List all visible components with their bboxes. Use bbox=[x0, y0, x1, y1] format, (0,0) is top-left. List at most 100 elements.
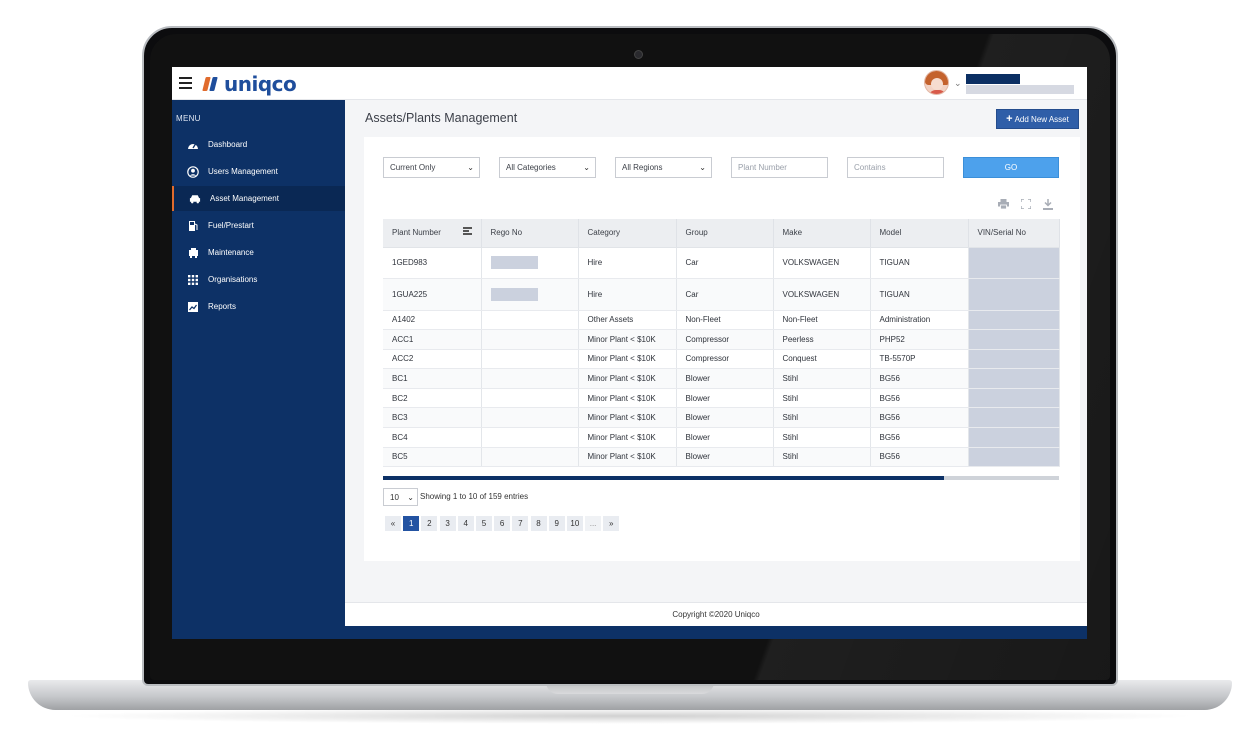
column-header-category[interactable]: Category bbox=[578, 219, 677, 248]
cell-vin-serial-redacted bbox=[968, 278, 1060, 311]
column-header-rego-no[interactable]: Rego No bbox=[481, 219, 579, 248]
page-next-button[interactable]: » bbox=[603, 516, 620, 531]
sidebar-item-asset-management[interactable]: Asset Management bbox=[172, 186, 345, 211]
cell-plant-number: ACC2 bbox=[383, 349, 482, 370]
table-row[interactable]: ACC1 Minor Plant < $10K Compressor Peerl… bbox=[383, 329, 1060, 350]
table-row[interactable]: 1GUA225 Hire Car VOLKSWAGEN TIGUAN bbox=[383, 278, 1060, 311]
horizontal-scrollbar[interactable] bbox=[383, 476, 1059, 480]
cell-group: Blower bbox=[676, 447, 774, 468]
cell-make: Non-Fleet bbox=[773, 310, 871, 331]
cell-vin-serial-redacted bbox=[968, 368, 1060, 389]
report-chart-icon bbox=[187, 301, 199, 313]
column-header-plant-number[interactable]: Plant Number bbox=[383, 219, 482, 248]
cell-rego-no bbox=[481, 388, 579, 409]
page-button-4[interactable]: 4 bbox=[457, 516, 474, 531]
sidebar-item-users-management[interactable]: Users Management bbox=[172, 159, 345, 184]
cell-category: Minor Plant < $10K bbox=[578, 349, 677, 370]
cell-rego-no bbox=[481, 427, 579, 448]
table-row[interactable]: ACC2 Minor Plant < $10K Compressor Conqu… bbox=[383, 349, 1060, 370]
column-header-group[interactable]: Group bbox=[676, 219, 774, 248]
redacted-block bbox=[490, 256, 538, 270]
table-row[interactable]: BC1 Minor Plant < $10K Blower Stihl BG56 bbox=[383, 368, 1060, 389]
plant-number-input[interactable]: Plant Number bbox=[731, 157, 828, 178]
cell-vin-serial-redacted bbox=[968, 310, 1060, 331]
cell-category: Hire bbox=[578, 278, 677, 311]
cell-group: Car bbox=[676, 247, 774, 279]
table-row[interactable]: BC4 Minor Plant < $10K Blower Stihl BG56 bbox=[383, 427, 1060, 448]
logo-text: uniqco bbox=[224, 72, 297, 96]
table-row[interactable]: A1402 Other Assets Non-Fleet Non-Fleet A… bbox=[383, 310, 1060, 331]
status-filter-select[interactable]: Current Only ⌄ bbox=[383, 157, 480, 178]
cell-category: Other Assets bbox=[578, 310, 677, 331]
cell-model: BG56 bbox=[870, 407, 969, 429]
sidebar-item-label: Asset Management bbox=[210, 194, 279, 203]
sort-icon[interactable] bbox=[462, 227, 472, 235]
fullscreen-icon[interactable] bbox=[1020, 198, 1032, 212]
cell-rego-no bbox=[481, 310, 579, 331]
region-filter-select[interactable]: All Regions ⌄ bbox=[615, 157, 712, 178]
sidebar-item-label: Fuel/Prestart bbox=[208, 221, 254, 230]
cell-model: BG56 bbox=[870, 447, 969, 468]
car-icon bbox=[189, 193, 201, 205]
top-bar: uniqco ⌄ bbox=[172, 67, 1087, 100]
sidebar-item-dashboard[interactable]: Dashboard bbox=[172, 132, 345, 157]
user-avatar[interactable] bbox=[924, 70, 949, 95]
category-filter-select[interactable]: All Categories ⌄ bbox=[499, 157, 596, 178]
cell-category: Minor Plant < $10K bbox=[578, 329, 677, 350]
scrollbar-thumb[interactable] bbox=[383, 476, 945, 480]
hamburger-menu-icon[interactable] bbox=[179, 77, 192, 89]
cell-rego-no bbox=[481, 368, 579, 389]
user-name-redacted[interactable] bbox=[966, 74, 1020, 84]
cell-model: BG56 bbox=[870, 388, 969, 409]
cell-make: Peerless bbox=[773, 329, 871, 350]
page-length-select[interactable]: 10 ⌄ bbox=[383, 488, 418, 506]
table-row[interactable]: BC2 Minor Plant < $10K Blower Stihl BG56 bbox=[383, 388, 1060, 409]
copyright-text: Copyright ©2020 Uniqco bbox=[672, 610, 760, 619]
table-row[interactable]: BC5 Minor Plant < $10K Blower Stihl BG56 bbox=[383, 447, 1060, 468]
sidebar-item-reports[interactable]: Reports bbox=[172, 294, 345, 319]
column-header-model[interactable]: Model bbox=[870, 219, 969, 248]
add-new-asset-button[interactable]: + Add New Asset bbox=[996, 109, 1079, 129]
cell-rego-no bbox=[481, 278, 579, 311]
fuel-pump-icon bbox=[187, 220, 199, 232]
chevron-down-icon[interactable]: ⌄ bbox=[954, 78, 962, 89]
main-content: Assets/Plants Management + Add New Asset … bbox=[345, 100, 1087, 639]
print-icon[interactable] bbox=[998, 199, 1009, 212]
table-row[interactable]: 1GED983 Hire Car VOLKSWAGEN TIGUAN bbox=[383, 247, 1060, 279]
page-button-9[interactable]: 9 bbox=[548, 516, 565, 531]
page-button-8[interactable]: 8 bbox=[530, 516, 547, 531]
contains-input[interactable]: Contains bbox=[847, 157, 944, 178]
cell-model: BG56 bbox=[870, 427, 969, 448]
page-button-6[interactable]: 6 bbox=[494, 516, 511, 531]
page-button-5[interactable]: 5 bbox=[475, 516, 492, 531]
page-button-1[interactable]: 1 bbox=[403, 516, 420, 531]
table-header-row: Plant Number Rego No Category Group Make… bbox=[383, 219, 1060, 248]
page-button-3[interactable]: 3 bbox=[439, 516, 456, 531]
cell-plant-number: BC5 bbox=[383, 447, 482, 468]
page-length-value: 10 bbox=[390, 492, 399, 502]
cell-group: Blower bbox=[676, 427, 774, 448]
page-ellipsis: ... bbox=[585, 516, 602, 531]
page-button-7[interactable]: 7 bbox=[512, 516, 529, 531]
sidebar-item-maintenance[interactable]: Maintenance bbox=[172, 240, 345, 265]
column-header-make[interactable]: Make bbox=[773, 219, 871, 248]
plant-number-placeholder: Plant Number bbox=[738, 163, 787, 172]
sidebar-item-organisations[interactable]: Organisations bbox=[172, 267, 345, 292]
sidebar-item-fuel-prestart[interactable]: Fuel/Prestart bbox=[172, 213, 345, 238]
cell-make: Stihl bbox=[773, 407, 871, 429]
table-row[interactable]: BC3 Minor Plant < $10K Blower Stihl BG56 bbox=[383, 407, 1060, 429]
cell-rego-no bbox=[481, 349, 579, 370]
chevron-down-icon: ⌄ bbox=[699, 163, 706, 172]
column-header-vin-serial[interactable]: VIN/Serial No bbox=[968, 219, 1060, 248]
cell-vin-serial-redacted bbox=[968, 447, 1060, 468]
page-prev-button[interactable]: « bbox=[385, 516, 401, 531]
uniqco-logo[interactable]: uniqco bbox=[202, 72, 297, 96]
cell-vin-serial-redacted bbox=[968, 329, 1060, 350]
page-button-10[interactable]: 10 bbox=[566, 516, 583, 531]
go-button[interactable]: GO bbox=[963, 157, 1059, 178]
bottom-strip bbox=[172, 626, 1087, 639]
page-button-2[interactable]: 2 bbox=[421, 516, 438, 531]
download-icon[interactable] bbox=[1043, 199, 1053, 213]
cell-plant-number: BC3 bbox=[383, 407, 482, 429]
sidebar-item-label: Users Management bbox=[208, 167, 278, 176]
